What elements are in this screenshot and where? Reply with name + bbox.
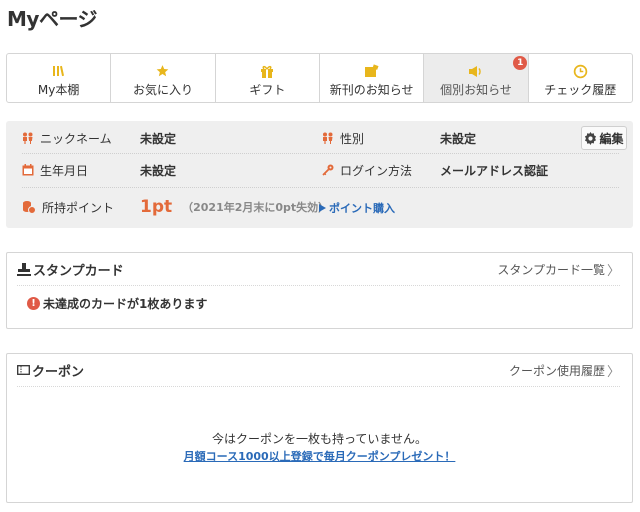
coins-icon xyxy=(23,201,36,214)
tab-individual-notices[interactable]: 1 個別お知らせ xyxy=(424,54,529,102)
tab-label: My本棚 xyxy=(37,83,80,97)
buy-points-label: ポイント購入 xyxy=(329,202,395,215)
chevron-right-icon: 〉 xyxy=(606,263,620,279)
stamp-icon xyxy=(17,262,31,276)
points-label: 所持ポイント xyxy=(42,200,115,215)
key-icon xyxy=(322,164,334,176)
gender-value: 未設定 xyxy=(440,131,477,146)
chevron-right-icon: 〉 xyxy=(606,364,620,380)
unread-badge: 1 xyxy=(513,56,528,70)
exclamation-icon: ! xyxy=(27,297,40,310)
page-title: Myページ xyxy=(7,7,98,31)
megaphone-icon xyxy=(468,63,483,79)
gender-row: 性別 未設定 xyxy=(322,127,476,149)
edit-profile-button[interactable]: 編集 xyxy=(581,126,627,150)
tab-label: チェック履歴 xyxy=(544,83,617,97)
stamp-card-header: スタンプカード スタンプカード一覧 〉 xyxy=(17,253,620,286)
points-row: 所持ポイント 1pt （2021年2月末に0pt失効） xyxy=(22,196,329,218)
triangle-right-icon xyxy=(319,204,326,212)
stamp-card-list-label: スタンプカード一覧 xyxy=(497,262,605,277)
mypage-tabs: My本棚 お気に入り ギフト 新刊のお知らせ 1 個別お知らせ チェック履歴 xyxy=(6,53,633,103)
buy-points-link[interactable]: ポイント購入 xyxy=(319,200,395,216)
notice-text: 未達成のカードが1枚あります xyxy=(43,297,208,311)
profile-panel: 編集 ニックネーム 未設定 性別 未設定 生年月日 未設定 ログイン方法 メール… xyxy=(6,121,633,228)
login-method-value: メールアドレス認証 xyxy=(440,163,549,178)
tab-label: 個別お知らせ xyxy=(440,83,512,97)
coupon-header: クーポン クーポン使用履歴 〉 xyxy=(17,354,620,387)
no-coupon-message: 今はクーポンを一枚も持っていません。 xyxy=(211,432,428,446)
stamp-card-section: スタンプカード スタンプカード一覧 〉 ! 未達成のカードが1枚あります xyxy=(6,252,633,329)
tab-label: お気に入り xyxy=(132,83,193,97)
incomplete-card-notice: ! 未達成のカードが1枚あります xyxy=(27,295,207,312)
divider xyxy=(22,187,619,188)
login-method-label: ログイン方法 xyxy=(340,163,413,178)
tab-label: 新刊のお知らせ xyxy=(329,83,414,97)
monthly-coupon-promo-link[interactable]: 月額コース1000以上登録で毎月クーポンプレゼント！ xyxy=(7,448,632,464)
gear-icon xyxy=(585,131,597,145)
gender-icon xyxy=(323,132,333,144)
birthday-label: 生年月日 xyxy=(40,163,89,178)
coupon-icon xyxy=(17,365,30,375)
nickname-label: ニックネーム xyxy=(40,131,112,146)
tab-gift[interactable]: ギフト xyxy=(216,54,320,102)
coupon-history-link[interactable]: クーポン使用履歴 〉 xyxy=(509,361,620,380)
clock-icon xyxy=(573,63,588,79)
stamp-card-list-link[interactable]: スタンプカード一覧 〉 xyxy=(497,260,620,279)
edit-button-label: 編集 xyxy=(599,131,624,146)
new-arrivals-icon xyxy=(364,63,379,79)
bookshelf-icon xyxy=(52,63,66,79)
tab-check-history[interactable]: チェック履歴 xyxy=(529,54,632,102)
nickname-row: ニックネーム 未設定 xyxy=(22,127,176,149)
calendar-icon xyxy=(22,164,34,176)
tab-bookshelf[interactable]: My本棚 xyxy=(7,54,112,102)
tab-favorites[interactable]: お気に入り xyxy=(111,54,216,102)
divider xyxy=(22,153,619,154)
stamp-card-title: スタンプカード xyxy=(33,263,124,279)
coupon-history-label: クーポン使用履歴 xyxy=(508,363,605,378)
coupon-title: クーポン xyxy=(32,364,85,380)
gender-label: 性別 xyxy=(340,131,365,146)
points-expiry-note: （2021年2月末に0pt失効） xyxy=(182,201,330,214)
star-icon xyxy=(155,63,170,79)
coupon-section: クーポン クーポン使用履歴 〉 今はクーポンを一枚も持っていません。 月額コース… xyxy=(6,353,633,503)
buy-points-row: ポイント購入 xyxy=(319,197,395,219)
birthday-row: 生年月日 未設定 xyxy=(22,159,176,181)
people-icon xyxy=(23,132,33,144)
gift-icon xyxy=(260,63,274,79)
points-value: 1pt xyxy=(140,197,173,217)
tab-new-arrivals[interactable]: 新刊のお知らせ xyxy=(320,54,425,102)
birthday-value: 未設定 xyxy=(140,163,177,178)
tab-label: ギフト xyxy=(249,83,286,97)
nickname-value: 未設定 xyxy=(140,131,177,146)
login-method-row: ログイン方法 メールアドレス認証 xyxy=(322,159,548,181)
